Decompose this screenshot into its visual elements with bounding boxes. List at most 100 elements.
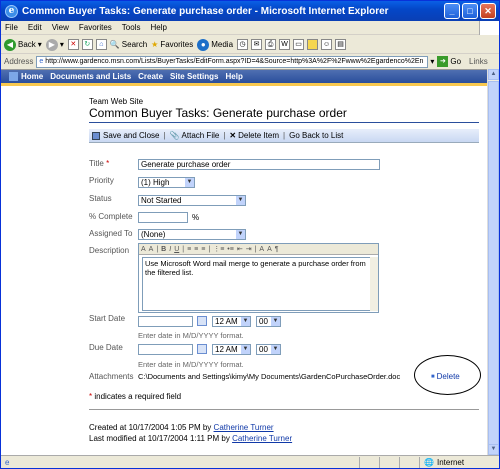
direction-icon[interactable]: ¶ (275, 246, 279, 253)
due-minute-select[interactable]: 00 ▼ (256, 344, 281, 355)
go-arrow-icon: ➜ (437, 56, 449, 67)
search-icon: 🔍 (109, 40, 120, 49)
browser-toolbar: ◀ Back ▾ ▶ ▾ ✕ ↻ ⌂ 🔍 Search ★ Favorites ● Medi… (1, 36, 499, 54)
assigned-to-select[interactable]: (None) ▼ (138, 229, 246, 240)
favorites-button[interactable]: ★ Favorites (151, 40, 193, 49)
modified-by-link[interactable]: Catherine Turner (232, 434, 292, 443)
nav-site-settings[interactable]: Site Settings (170, 72, 218, 81)
description-textarea[interactable]: Use Microsoft Word mail merge to generat… (142, 257, 376, 311)
description-scrollbar[interactable] (370, 257, 378, 311)
calendar-icon[interactable] (197, 344, 207, 354)
mail-icon[interactable]: ✉ (251, 39, 263, 50)
indent-icon[interactable]: ⇥ (246, 245, 252, 253)
menu-file[interactable]: File (5, 23, 18, 32)
forward-button[interactable]: ▶ ▾ (45, 38, 64, 51)
start-date-field[interactable] (138, 316, 193, 327)
start-date-hint: Enter date in M/D/YYYY format. (138, 331, 244, 340)
address-dropdown-icon[interactable]: ▾ (430, 57, 434, 66)
page-icon: e (39, 58, 44, 65)
text-color-icon[interactable]: A (259, 246, 264, 253)
scroll-down-icon[interactable]: ▼ (488, 444, 499, 455)
highlight-icon[interactable]: A (267, 246, 272, 253)
delete-x-icon: ✕ (229, 131, 237, 140)
save-and-close-button[interactable]: Save and Close (92, 131, 159, 140)
created-by-link[interactable]: Catherine Turner (214, 423, 274, 432)
menu-help[interactable]: Help (150, 23, 166, 32)
bullet-list-icon[interactable]: •≡ (227, 246, 234, 253)
start-minute-select[interactable]: 00 ▼ (256, 316, 281, 327)
links-button[interactable]: Links (469, 57, 488, 66)
calendar-icon[interactable] (197, 316, 207, 326)
priority-label: Priority (89, 176, 114, 185)
maximize-button[interactable]: □ (462, 3, 478, 19)
outdent-icon[interactable]: ⇤ (237, 245, 243, 253)
scroll-up-icon[interactable]: ▲ (488, 69, 499, 80)
font-size-icon[interactable]: A (149, 246, 154, 253)
underline-icon[interactable]: U (174, 246, 179, 253)
menu-favorites[interactable]: Favorites (79, 23, 112, 32)
stop-icon[interactable]: ✕ (67, 39, 79, 50)
menu-tools[interactable]: Tools (122, 23, 141, 32)
go-button[interactable]: ➜ Go (437, 56, 461, 67)
print-icon[interactable]: ⎙ (265, 39, 277, 50)
page-done-icon: e (5, 458, 10, 467)
research-icon[interactable]: ▤ (335, 39, 347, 50)
title-bar: e Common Buyer Tasks: Generate purchase … (1, 1, 499, 21)
menu-edit[interactable]: Edit (28, 23, 42, 32)
page-title: Common Buyer Tasks: Generate purchase or… (89, 106, 347, 120)
font-icon[interactable]: A (141, 246, 146, 253)
search-button[interactable]: 🔍 Search (110, 40, 147, 49)
align-left-icon[interactable]: ≡ (187, 246, 191, 253)
media-button[interactable]: ● Media (197, 38, 233, 51)
align-center-icon[interactable]: ≡ (194, 246, 198, 253)
due-date-hint: Enter date in M/D/YYYY format. (138, 360, 244, 369)
scroll-thumb[interactable] (488, 81, 499, 446)
chevron-down-icon: ▼ (236, 230, 245, 239)
italic-icon[interactable]: I (169, 246, 171, 253)
paperclip-icon: 📎 (169, 131, 180, 140)
priority-select[interactable]: (1) High ▼ (138, 177, 195, 188)
align-right-icon[interactable]: ≡ (201, 246, 205, 253)
media-icon: ● (197, 38, 210, 51)
start-hour-select[interactable]: 12 AM ▼ (212, 316, 251, 327)
chevron-down-icon: ▼ (271, 345, 280, 354)
required-note: * indicates a required field (89, 392, 182, 401)
windows-logo-icon (479, 21, 499, 35)
title-label: Title * (89, 159, 110, 168)
due-date-field[interactable] (138, 344, 193, 355)
home-icon[interactable]: ⌂ (95, 39, 107, 50)
percent-complete-field[interactable] (138, 212, 188, 223)
ie-logo-icon: e (5, 4, 18, 18)
nav-help[interactable]: Help (226, 72, 243, 81)
refresh-icon[interactable]: ↻ (81, 39, 93, 50)
messenger-icon[interactable]: ☺ (321, 39, 333, 50)
folder-icon[interactable] (307, 39, 319, 50)
delete-item-button[interactable]: ✕ Delete Item (229, 131, 279, 140)
go-back-to-list-button[interactable]: Go Back to List (289, 131, 343, 140)
discuss-icon[interactable]: ▭ (293, 39, 305, 50)
start-date-label: Start Date (89, 314, 126, 323)
edit-icon[interactable]: W (279, 39, 291, 50)
bold-icon[interactable]: B (161, 246, 166, 253)
address-input[interactable]: e http://www.gardenco.msn.com/Lists/Buye… (36, 55, 429, 68)
menu-view[interactable]: View (52, 23, 69, 32)
history-icon[interactable]: ◷ (237, 39, 249, 50)
status-select[interactable]: Not Started ▼ (138, 195, 246, 206)
nav-documents-and-lists[interactable]: Documents and Lists (50, 72, 131, 81)
action-toolbar: Save and Close | 📎 Attach File | ✕ Delete … (89, 129, 479, 143)
sharepoint-logo-icon (9, 72, 18, 81)
chevron-down-icon: ▼ (241, 317, 250, 326)
footer-divider (89, 409, 479, 410)
nav-create[interactable]: Create (138, 72, 163, 81)
minimize-button[interactable]: _ (444, 3, 460, 19)
vertical-scrollbar[interactable]: ▲ ▼ (487, 69, 499, 455)
globe-icon: 🌐 (424, 458, 434, 467)
nav-home[interactable]: Home (21, 72, 43, 81)
due-hour-select[interactable]: 12 AM ▼ (212, 344, 251, 355)
title-field[interactable]: Generate purchase order (138, 159, 380, 170)
close-button[interactable]: ✕ (480, 3, 496, 19)
back-button[interactable]: ◀ Back ▾ (4, 38, 42, 51)
numbered-list-icon[interactable]: ⋮≡ (213, 245, 224, 253)
title-divider (89, 122, 479, 123)
attach-file-button[interactable]: 📎 Attach File (170, 131, 220, 140)
